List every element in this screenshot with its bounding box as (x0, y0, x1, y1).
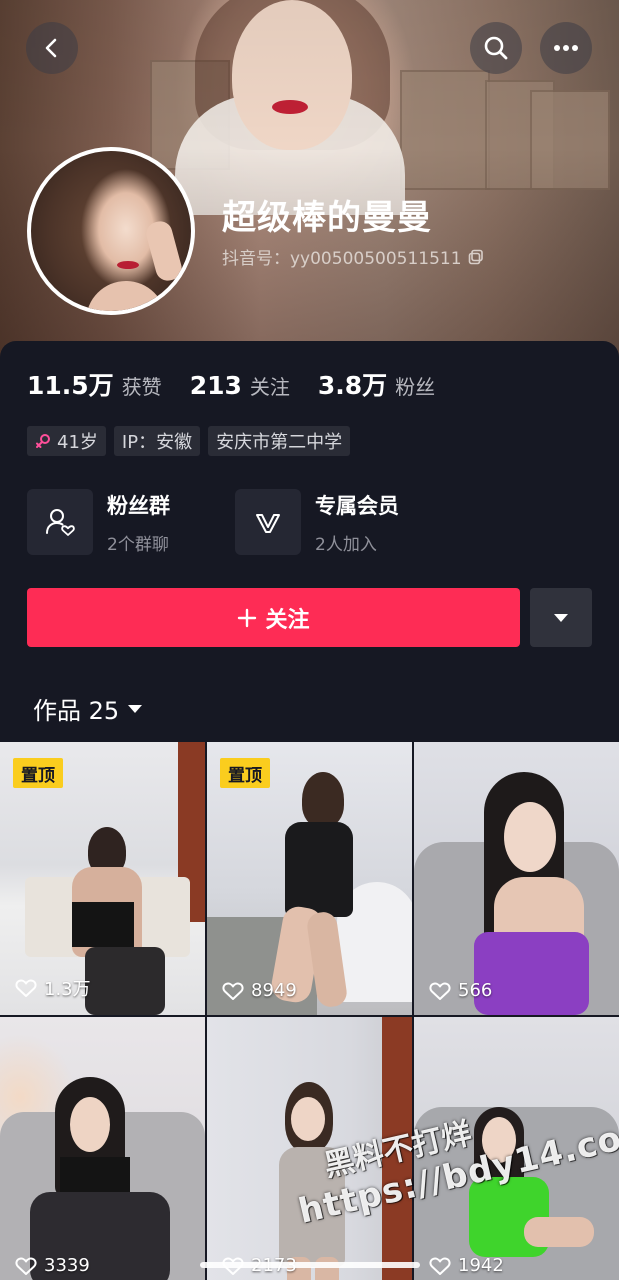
caret-down-icon (554, 613, 568, 622)
thumbnail-figure (60, 1157, 130, 1197)
video-tile[interactable]: 566 (414, 742, 619, 1015)
thumbnail-figure (291, 1097, 325, 1141)
thumbnail-figure (85, 947, 165, 1015)
fan-group-icon-box (27, 489, 93, 555)
fan-group-subtitle: 2个群聊 (107, 534, 169, 555)
stat-followers[interactable]: 3.8万 粉丝 (318, 366, 435, 402)
video-tile[interactable]: 3339 (0, 1017, 205, 1280)
school-text: 安庆市第二中学 (216, 432, 343, 453)
stat-following[interactable]: 213 关注 (190, 371, 290, 400)
video-likes: 3339 (15, 1255, 90, 1276)
heart-icon (222, 982, 244, 1000)
search-icon (484, 36, 508, 60)
ip-text: IP：安徽 (121, 432, 193, 453)
works-tab[interactable]: 作品 25 (33, 691, 143, 726)
stat-label: 粉丝 (395, 375, 436, 399)
caret-down-icon (128, 704, 143, 713)
stat-likes[interactable]: 11.5万 获赞 (27, 366, 162, 402)
video-likes: 1942 (429, 1255, 504, 1276)
thumbnail-figure (72, 902, 134, 947)
fan-group-entry[interactable]: 粉丝群 2个群聊 (27, 489, 170, 555)
profile-tags: 41岁 IP：安徽 安庆市第二中学 (27, 426, 351, 456)
heart-icon (429, 982, 451, 1000)
thumbnail-figure (524, 1217, 594, 1247)
thumbnail-figure (70, 1097, 110, 1152)
chevron-left-icon (45, 38, 57, 58)
video-tile[interactable]: 置顶 8949 (207, 742, 412, 1015)
video-likes: 1.3万 (15, 975, 91, 1001)
membership-icon-box (235, 489, 301, 555)
likes-count: 3339 (44, 1255, 90, 1276)
stat-value: 3.8万 (317, 371, 388, 400)
avatar[interactable] (27, 147, 195, 315)
female-icon (36, 434, 50, 448)
fan-group-title: 粉丝群 (107, 493, 170, 518)
thumbnail-figure (302, 772, 344, 827)
douyin-id-text: 抖音号：yy00500500511511 (222, 249, 462, 269)
more-options-button[interactable] (540, 22, 592, 74)
stat-value: 11.5万 (27, 371, 114, 400)
follow-button-label: 关注 (265, 607, 310, 633)
ip-tag: IP：安徽 (113, 426, 201, 456)
pinned-badge: 置顶 (13, 758, 63, 788)
douyin-id[interactable]: 抖音号：yy00500500511511 (222, 244, 484, 269)
likes-count: 566 (458, 980, 493, 1001)
profile-name: 超级棒的曼曼 (222, 198, 432, 238)
home-indicator[interactable] (200, 1262, 420, 1268)
age-text: 41岁 (57, 432, 98, 453)
heart-icon (429, 1257, 451, 1275)
ellipsis-icon (554, 45, 578, 51)
avatar-neck (86, 281, 166, 311)
video-likes: 566 (429, 980, 492, 1001)
video-likes: 8949 (222, 980, 297, 1001)
age-tag: 41岁 (27, 426, 106, 456)
follow-button[interactable]: 关注 (27, 588, 520, 647)
thumbnail-figure (285, 822, 353, 917)
avatar-hand (143, 218, 185, 284)
avatar-lip (117, 261, 139, 269)
heart-icon (15, 1257, 37, 1275)
thumbnail-figure (315, 1257, 339, 1280)
membership-v-icon (256, 514, 280, 533)
thumbnail-figure (504, 802, 556, 872)
heart-icon (15, 979, 37, 997)
plus-icon (238, 608, 257, 627)
copy-icon[interactable] (468, 249, 484, 265)
likes-count: 8949 (251, 980, 297, 1001)
pinned-badge: 置顶 (220, 758, 270, 788)
stat-label: 获赞 (121, 375, 162, 399)
stat-value: 213 (189, 371, 242, 400)
school-tag[interactable]: 安庆市第二中学 (208, 426, 351, 456)
user-heart-icon (46, 509, 75, 536)
search-button[interactable] (470, 22, 522, 74)
video-tile[interactable]: 置顶 1.3万 (0, 742, 205, 1015)
back-button[interactable] (26, 22, 78, 74)
thumbnail-figure (474, 932, 589, 1015)
works-tab-label: 作品 25 (33, 697, 120, 725)
likes-count: 1.3万 (44, 979, 91, 1000)
thumbnail-figure (494, 877, 584, 937)
follow-options-button[interactable] (530, 588, 592, 647)
profile-card: 11.5万 获赞 213 关注 3.8万 粉丝 41岁 IP：安徽 安庆市第二中… (0, 341, 619, 741)
stats-row: 11.5万 获赞 213 关注 3.8万 粉丝 (27, 366, 463, 402)
likes-count: 1942 (458, 1255, 504, 1276)
membership-entry[interactable]: 专属会员 2人加入 (235, 489, 399, 555)
membership-title: 专属会员 (315, 493, 399, 518)
stat-label: 关注 (249, 375, 290, 399)
membership-subtitle: 2人加入 (315, 534, 377, 555)
